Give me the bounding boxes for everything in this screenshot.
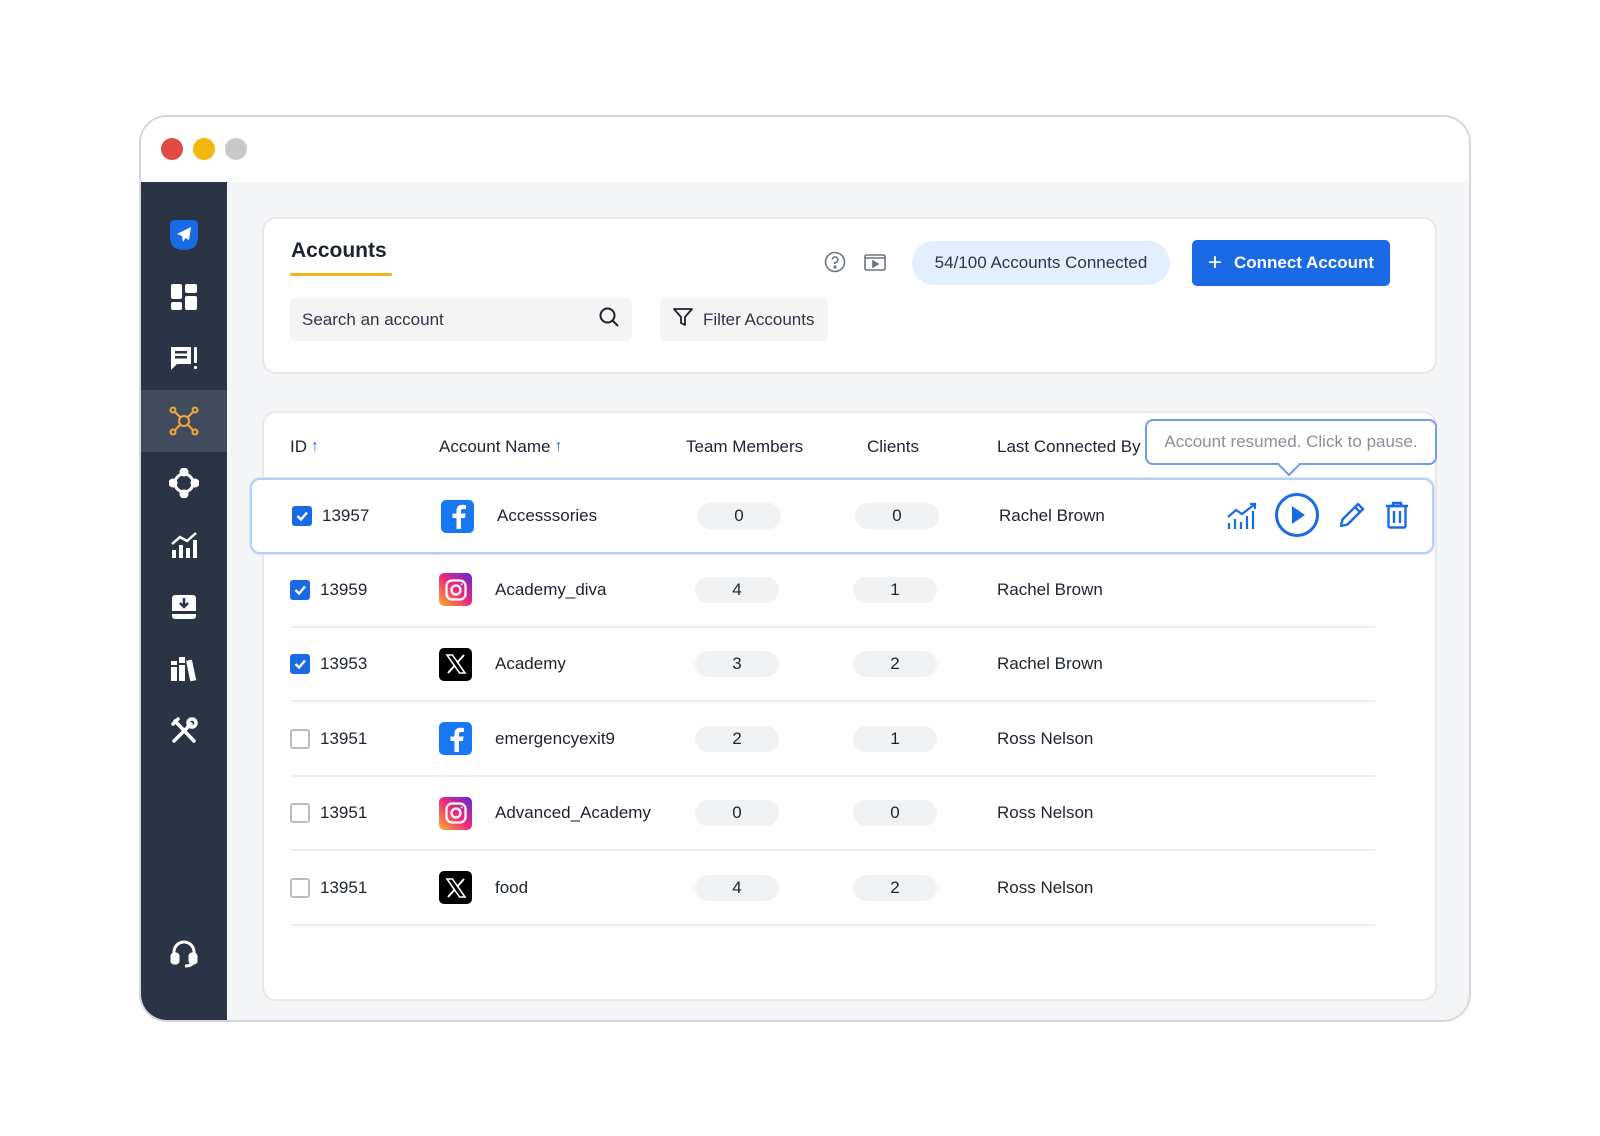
clients-count: 2	[853, 874, 937, 901]
row-select-checkbox[interactable]	[290, 728, 310, 749]
send-logo-icon[interactable]	[141, 204, 227, 266]
account-name[interactable]: Accesssories	[497, 480, 597, 552]
last-connected-by: Rachel Brown	[997, 654, 1103, 673]
search-input[interactable]	[302, 309, 598, 330]
titlebar	[141, 117, 1469, 182]
team-members-count: 3	[695, 651, 779, 677]
delete-icon[interactable]	[1382, 498, 1412, 532]
accounts-connected-badge: 54/100 Accounts Connected	[912, 241, 1170, 285]
clients-count: 0	[855, 503, 939, 529]
tools-icon[interactable]	[141, 700, 227, 762]
instagram-icon	[439, 573, 472, 606]
table-row[interactable]: 13951 emergencyexit9 2 1 Ross Nelson	[290, 703, 1375, 777]
app-window: Accounts 54/100 Accounts Connected + Con…	[139, 115, 1471, 1022]
column-header-team-members[interactable]: Team Members	[686, 437, 803, 457]
account-id: 13953	[320, 654, 368, 673]
account-name[interactable]: Advanced_Academy	[495, 777, 651, 849]
account-name[interactable]: Academy_diva	[495, 554, 607, 626]
table-row[interactable]: 13951 food 4 2 Ross Nelson	[290, 852, 1375, 926]
team-members-count: 2	[695, 725, 779, 752]
team-members-count: 4	[695, 874, 779, 901]
network-icon[interactable]	[141, 390, 227, 452]
team-members-count: 0	[697, 503, 781, 529]
accounts-header-card: Accounts 54/100 Accounts Connected + Con…	[262, 217, 1437, 374]
maximize-window-button[interactable]	[225, 138, 247, 160]
account-name[interactable]: emergencyexit9	[495, 703, 615, 775]
last-connected-by: Rachel Brown	[997, 579, 1103, 599]
column-header-clients[interactable]: Clients	[867, 437, 919, 457]
edit-icon[interactable]	[1336, 498, 1368, 532]
account-id: 13959	[320, 579, 368, 599]
table-row[interactable]: 13953 Academy 3 2 Rachel Brown	[290, 628, 1375, 702]
analytics-icon[interactable]	[1225, 498, 1259, 534]
column-header-id[interactable]: ID ↑	[290, 437, 319, 457]
account-id: 13951	[320, 728, 368, 748]
account-id: 13951	[320, 803, 368, 822]
account-id: 13951	[320, 877, 368, 897]
close-window-button[interactable]	[161, 138, 183, 160]
clients-count: 1	[853, 576, 937, 603]
account-name[interactable]: Academy	[495, 628, 566, 700]
library-icon[interactable]	[141, 638, 227, 700]
active-tab-indicator	[290, 273, 392, 276]
filter-accounts-button[interactable]: Filter Accounts	[660, 298, 828, 341]
support-icon[interactable]	[141, 922, 227, 984]
team-members-count: 0	[695, 800, 779, 826]
connect-account-button[interactable]: + Connect Account	[1192, 240, 1390, 286]
facebook-icon	[441, 499, 474, 533]
filter-accounts-label: Filter Accounts	[703, 309, 815, 329]
clients-count: 0	[853, 800, 937, 826]
table-row[interactable]: 13951 Advanced_Academy 0 0 Ross Nelson	[290, 777, 1375, 851]
last-connected-by: Ross Nelson	[997, 877, 1094, 897]
last-connected-by: Rachel Brown	[999, 506, 1105, 525]
row-select-checkbox[interactable]	[290, 803, 310, 823]
sort-ascending-icon: ↑	[554, 438, 563, 455]
dashboard-icon[interactable]	[141, 266, 227, 328]
account-name[interactable]: food	[495, 852, 528, 924]
facebook-icon	[439, 722, 472, 755]
search-icon[interactable]	[598, 306, 620, 333]
filter-icon	[672, 306, 694, 333]
x-twitter-icon	[439, 647, 472, 681]
account-id: 13957	[322, 506, 370, 525]
analytics-icon[interactable]	[141, 514, 227, 576]
x-twitter-icon	[439, 871, 472, 904]
team-members-count: 4	[695, 576, 779, 603]
last-connected-by: Ross Nelson	[997, 728, 1094, 748]
connect-account-label: Connect Account	[1233, 253, 1375, 272]
instagram-icon	[439, 796, 472, 830]
connections-icon[interactable]	[141, 452, 227, 514]
row-select-checkbox[interactable]	[290, 654, 310, 674]
help-icon[interactable]	[822, 249, 848, 275]
sort-ascending-icon: ↑	[311, 438, 319, 455]
plus-icon: +	[1207, 249, 1222, 276]
table-row[interactable]: 13957 Accesssories 0 0 Rachel Brown	[250, 478, 1434, 554]
minimize-window-button[interactable]	[193, 138, 215, 160]
accounts-table: ID ↑ Account Name ↑ Team Members Clients…	[250, 411, 1437, 1001]
clients-count: 1	[853, 725, 937, 752]
row-select-checkbox[interactable]	[290, 579, 310, 600]
column-header-account-name-label: Account Name	[439, 437, 551, 456]
sidebar	[141, 182, 227, 1020]
search-box	[290, 298, 632, 341]
column-header-id-label: ID	[290, 437, 307, 456]
clients-count: 2	[853, 651, 937, 677]
row-select-checkbox[interactable]	[290, 877, 310, 898]
pause-resume-button[interactable]	[1274, 492, 1320, 538]
video-tutorial-icon[interactable]	[862, 249, 888, 275]
column-header-account-name[interactable]: Account Name ↑	[439, 437, 563, 457]
row-select-checkbox[interactable]	[292, 506, 312, 526]
posts-icon[interactable]	[141, 328, 227, 390]
inbox-icon[interactable]	[141, 576, 227, 638]
page-title[interactable]: Accounts	[291, 239, 387, 263]
column-header-last-connected-by[interactable]: Last Connected By	[997, 437, 1141, 457]
last-connected-by: Ross Nelson	[997, 803, 1094, 822]
table-row[interactable]: 13959 Academy_diva 4 1 Rachel Brown	[290, 554, 1375, 628]
